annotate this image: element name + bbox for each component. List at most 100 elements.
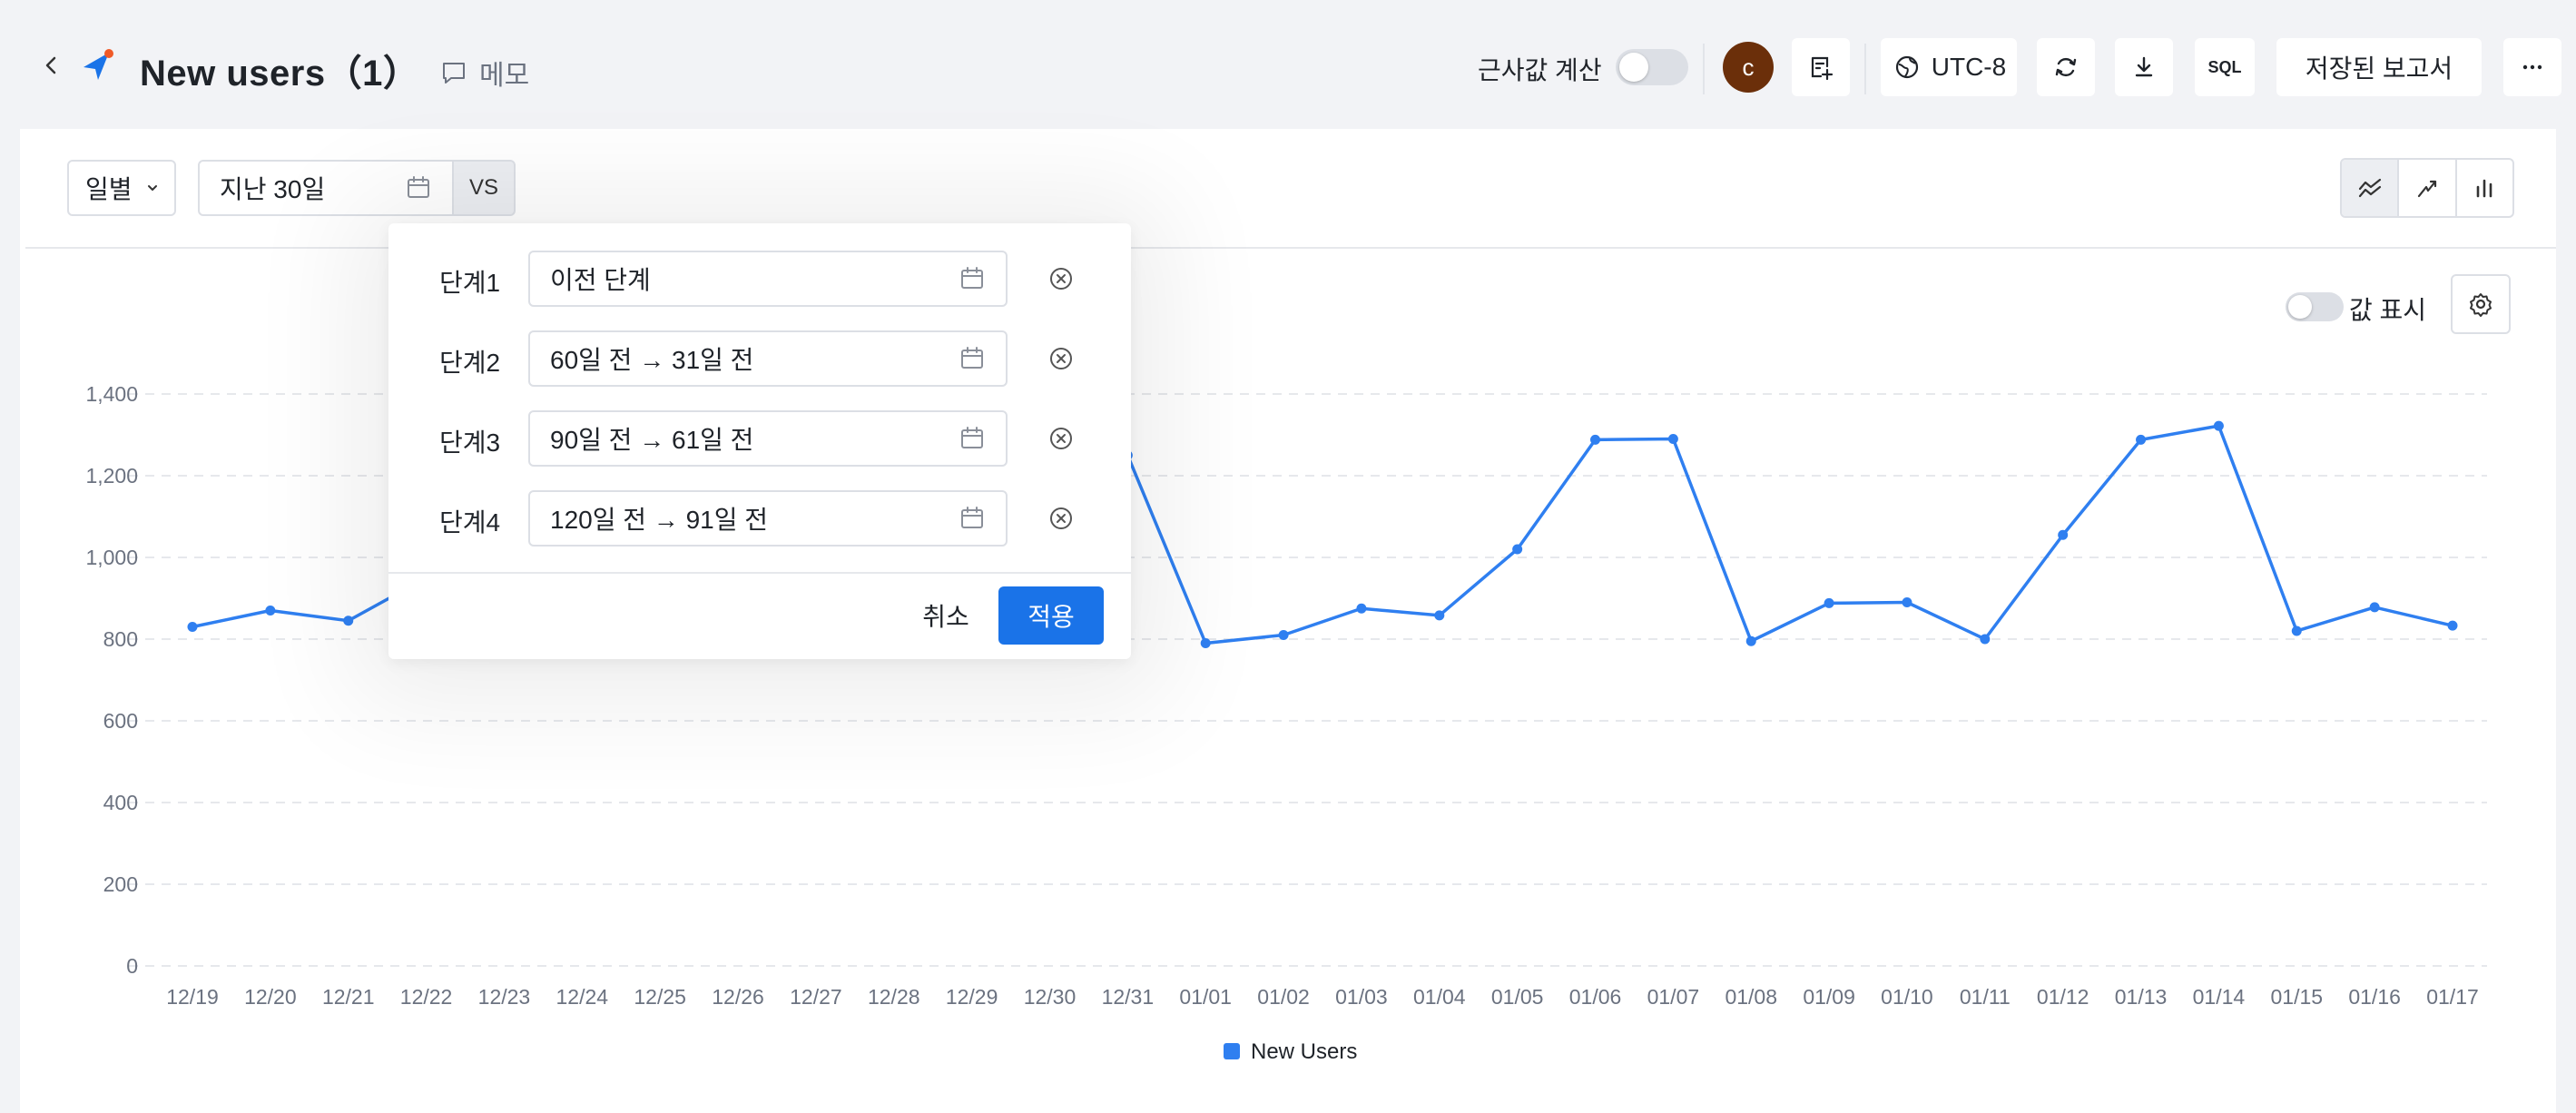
calendar-icon: [961, 507, 983, 528]
refresh-icon: [2055, 57, 2077, 77]
x-tick-label: 01/13: [2115, 985, 2168, 1009]
remove-stage-icon[interactable]: [1046, 263, 1077, 294]
stage-date-input[interactable]: 90일 전 → 61일 전: [528, 410, 1008, 467]
data-point: [1745, 635, 1756, 646]
calendar-icon: [961, 427, 983, 448]
x-tick-label: 01/01: [1179, 985, 1232, 1009]
stage-label: 단계4: [439, 508, 501, 537]
cancel-button[interactable]: 취소: [897, 586, 995, 645]
data-point: [343, 616, 354, 626]
calendar-icon: [961, 267, 983, 289]
approx-calc-toggle[interactable]: [1616, 49, 1688, 85]
apply-button[interactable]: 적용: [998, 586, 1104, 645]
data-point: [1667, 434, 1678, 444]
more-button[interactable]: [2503, 38, 2561, 96]
y-tick-label: 1,200: [85, 464, 138, 488]
data-point: [2447, 620, 2458, 631]
data-point: [187, 622, 198, 632]
data-point: [1512, 544, 1523, 555]
calendar-icon: [961, 347, 983, 369]
data-point: [1200, 638, 1211, 648]
more-icon: [2522, 64, 2542, 70]
stage-date-input[interactable]: 120일 전 → 91일 전: [528, 490, 1008, 547]
memo-button[interactable]: 메모: [439, 53, 529, 93]
x-tick-label: 12/31: [1102, 985, 1155, 1009]
x-tick-label: 12/20: [244, 985, 297, 1009]
stage-label: 단계1: [439, 269, 501, 297]
page-header: New users（1） 메모 근사값 계산 c UTC-8 SQL 저장된 보…: [0, 0, 2576, 129]
data-point: [1356, 603, 1367, 614]
avatar[interactable]: c: [1723, 42, 1774, 93]
y-tick-label: 0: [126, 954, 138, 978]
data-point: [265, 606, 276, 616]
x-tick-label: 01/14: [2193, 985, 2246, 1009]
add-list-icon: [1811, 56, 1834, 81]
report-type-icon: [84, 49, 113, 80]
x-tick-label: 01/08: [1725, 985, 1777, 1009]
memo-label: 메모: [479, 61, 530, 91]
add-to-dashboard-button[interactable]: [1792, 38, 1850, 96]
sql-button[interactable]: SQL: [2195, 38, 2255, 96]
data-point: [2213, 420, 2224, 431]
y-tick-label: 1,400: [85, 382, 138, 406]
data-point: [1902, 597, 1912, 607]
data-point: [1824, 597, 1834, 608]
stage-date-input[interactable]: 60일 전 → 31일 전: [528, 330, 1008, 387]
y-tick-label: 1,000: [85, 546, 138, 569]
x-tick-label: 01/07: [1647, 985, 1700, 1009]
data-point: [2369, 602, 2380, 613]
compare-period-popover: 단계1 이전 단계 단계2 60일 전 → 31일 전 단계3 90일 전 → …: [388, 223, 1131, 659]
x-tick-label: 12/29: [946, 985, 998, 1009]
stage-date-value: 90일 전 → 61일 전: [550, 426, 754, 454]
x-tick-label: 01/09: [1803, 985, 1855, 1009]
stage-date-value: 120일 전 → 91일 전: [550, 506, 769, 534]
popover-divider: [388, 572, 1131, 574]
data-point: [1278, 630, 1289, 640]
x-tick-label: 01/05: [1491, 985, 1544, 1009]
remove-stage-icon[interactable]: [1046, 503, 1077, 534]
stage-date-value: 60일 전 → 31일 전: [550, 346, 754, 374]
refresh-button[interactable]: [2037, 38, 2095, 96]
x-tick-label: 01/06: [1569, 985, 1622, 1009]
timezone-button[interactable]: UTC-8: [1881, 38, 2017, 96]
saved-reports-label: 저장된 보고서: [2305, 54, 2453, 83]
y-tick-label: 200: [103, 872, 138, 896]
x-tick-label: 01/17: [2426, 985, 2479, 1009]
x-tick-label: 12/24: [556, 985, 609, 1009]
saved-reports-button[interactable]: 저장된 보고서: [2276, 38, 2482, 96]
remove-stage-icon[interactable]: [1046, 423, 1077, 454]
stage-label: 단계3: [439, 428, 501, 457]
data-point: [1590, 434, 1601, 445]
timezone-label: UTC-8: [1931, 53, 2007, 81]
legend-swatch: [1224, 1043, 1240, 1059]
x-tick-label: 12/25: [634, 985, 686, 1009]
x-tick-label: 12/27: [790, 985, 842, 1009]
stage-date-input[interactable]: 이전 단계: [528, 251, 1008, 307]
x-tick-label: 01/12: [2037, 985, 2089, 1009]
x-tick-label: 01/04: [1413, 985, 1466, 1009]
y-tick-label: 600: [103, 709, 138, 733]
data-point: [2291, 625, 2302, 636]
x-tick-label: 12/28: [868, 985, 920, 1009]
compare-stage-row: 단계3 90일 전 → 61일 전: [388, 410, 1131, 468]
stage-label: 단계2: [439, 349, 501, 377]
approx-calc-label: 근사값 계산: [1478, 56, 1602, 84]
x-tick-label: 01/10: [1881, 985, 1933, 1009]
y-tick-label: 800: [103, 627, 138, 651]
remove-stage-icon[interactable]: [1046, 343, 1077, 374]
x-tick-label: 12/19: [166, 985, 219, 1009]
data-point: [2136, 434, 2147, 445]
download-icon: [2135, 56, 2153, 77]
x-tick-label: 01/02: [1257, 985, 1310, 1009]
x-tick-label: 01/15: [2270, 985, 2323, 1009]
x-tick-label: 12/23: [478, 985, 531, 1009]
download-button[interactable]: [2115, 38, 2173, 96]
toggle-knob: [1619, 53, 1648, 82]
compare-stage-row: 단계4 120일 전 → 91일 전: [388, 490, 1131, 548]
data-point: [1434, 610, 1445, 621]
globe-icon: [1895, 55, 1918, 79]
legend-label: New Users: [1251, 1039, 1357, 1064]
header-divider: [1864, 44, 1866, 94]
y-tick-label: 400: [103, 791, 138, 814]
back-icon[interactable]: [36, 51, 65, 80]
